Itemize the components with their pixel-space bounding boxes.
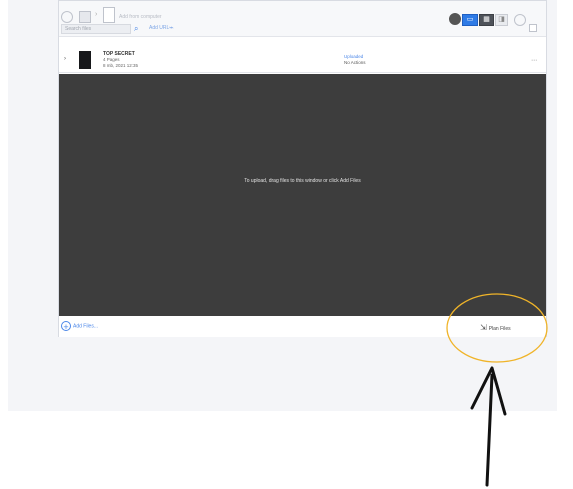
file-size: 8 mb, 2021 12:35 (103, 63, 139, 68)
search-input[interactable]: Search files (61, 24, 131, 34)
menu-icon[interactable] (79, 11, 91, 23)
info-icon[interactable] (449, 13, 461, 25)
file-status: Uploaded (344, 54, 364, 59)
chevron-right-icon[interactable]: › (64, 56, 66, 62)
add-url-link[interactable]: Add URL (149, 25, 169, 31)
file-thumbnail (79, 51, 91, 69)
upload-window: › Add from computer Search files ⌕ Add U… (58, 0, 547, 337)
drop-zone[interactable]: To upload, drag files to this window or … (59, 74, 546, 316)
plus-circle-icon: + (61, 321, 71, 332)
settings-icon[interactable] (61, 11, 73, 23)
toolbar-title: Add from computer (119, 14, 162, 20)
list-view-icon: ▭ (466, 16, 474, 23)
view-list-button[interactable]: ▭ (462, 14, 478, 26)
view-grid-button[interactable]: ▦ (479, 14, 494, 26)
add-files-button[interactable]: + Add Files... (61, 321, 99, 332)
screenshot-canvas: › Add from computer Search files ⌕ Add U… (0, 0, 573, 489)
bottom-bar: + Add Files... ⇲ Plan Files (59, 316, 546, 337)
preview-view-icon: ◨ (498, 16, 505, 23)
grid-view-icon: ▦ (483, 16, 490, 23)
file-pages: 4 Pages (103, 57, 120, 62)
chevron-icon[interactable]: › (95, 11, 103, 19)
toolbar: › Add from computer Search files ⌕ Add U… (59, 1, 546, 37)
plan-files-button[interactable]: ⇲ Plan Files (480, 323, 511, 332)
close-icon[interactable] (103, 7, 115, 23)
search-icon[interactable]: ⌕ (134, 24, 138, 34)
file-row[interactable]: › TOP SECRET 4 Pages 8 mb, 2021 12:35 Up… (59, 43, 546, 73)
view-preview-button[interactable]: ◨ (495, 14, 508, 26)
drop-instructions: To upload, drag files to this window or … (244, 178, 361, 184)
more-options-icon[interactable]: ⋯ (531, 57, 537, 64)
file-actions: No Actions (344, 60, 366, 65)
plan-files-label: Plan Files (488, 326, 511, 332)
plan-icon: ⇲ (480, 323, 487, 332)
collapse-icon[interactable] (529, 24, 537, 32)
link-icon[interactable]: ⌁ (169, 23, 174, 32)
add-files-label: Add Files... (73, 323, 99, 330)
gear-icon[interactable] (514, 14, 526, 26)
